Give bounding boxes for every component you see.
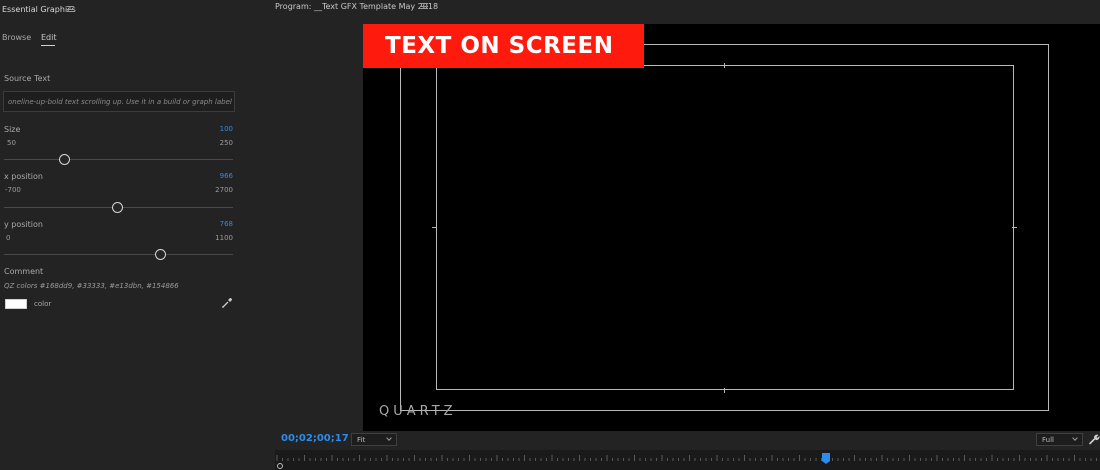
y-position-max: 1100 xyxy=(215,234,233,242)
zoom-fit-value: Fit xyxy=(357,436,366,444)
banner-text: TEXT ON SCREEN xyxy=(385,33,614,59)
x-position-max: 2700 xyxy=(215,186,233,194)
guide-tick-right xyxy=(1012,227,1017,228)
video-viewer[interactable]: TEXT ON SCREEN QUARTZ xyxy=(363,24,1100,431)
size-value[interactable]: 100 xyxy=(220,125,233,133)
y-position-slider-thumb[interactable] xyxy=(155,249,166,260)
essential-graphics-panel: Essential Graphics Browse Edit Source Te… xyxy=(0,0,244,470)
y-position-value[interactable]: 768 xyxy=(220,220,233,228)
zoom-fit-dropdown[interactable]: Fit xyxy=(351,433,397,446)
playhead-timecode[interactable]: 00;02;00;17 xyxy=(281,433,349,444)
size-slider-thumb[interactable] xyxy=(59,154,70,165)
chevron-down-icon xyxy=(386,435,392,441)
guide-tick-left xyxy=(432,227,437,228)
tab-browse[interactable]: Browse xyxy=(2,33,31,42)
panel-title: Essential Graphics xyxy=(2,5,76,14)
active-tab-indicator xyxy=(41,45,55,46)
y-position-slider-track[interactable] xyxy=(4,254,233,255)
source-text-value: oneline-up-bold text scrolling up. Use i… xyxy=(8,98,232,106)
comment-label: Comment xyxy=(4,267,44,276)
chevron-down-icon xyxy=(1072,435,1078,441)
wrench-icon[interactable] xyxy=(1088,433,1100,445)
guide-tick-top xyxy=(724,63,725,68)
x-position-value[interactable]: 966 xyxy=(220,172,233,180)
x-position-slider-thumb[interactable] xyxy=(112,202,123,213)
size-label: Size xyxy=(4,125,21,134)
in-point-marker[interactable] xyxy=(277,463,283,469)
program-title: Program: __Text GFX Template May 2018 xyxy=(275,2,439,11)
lower-third-banner[interactable]: TEXT ON SCREEN xyxy=(363,24,644,68)
size-slider-track[interactable] xyxy=(4,159,233,160)
x-position-label: x position xyxy=(4,172,43,181)
program-menu-icon[interactable] xyxy=(421,3,428,9)
eyedropper-icon[interactable] xyxy=(221,297,233,309)
x-position-min: -700 xyxy=(5,186,21,194)
size-max: 250 xyxy=(219,139,233,147)
program-monitor: Program: __Text GFX Template May 2018 TE… xyxy=(244,0,1100,470)
y-position-label: y position xyxy=(4,220,43,229)
playhead-marker[interactable] xyxy=(822,453,830,464)
title-safe-guide xyxy=(436,65,1014,390)
resolution-dropdown[interactable]: Full xyxy=(1036,433,1083,446)
y-position-min: 0 xyxy=(6,234,11,242)
color-swatch[interactable] xyxy=(5,299,27,309)
panel-header: Essential Graphics xyxy=(0,0,244,20)
tab-edit[interactable]: Edit xyxy=(41,33,57,42)
guide-tick-bottom xyxy=(724,388,725,393)
source-text-field[interactable]: oneline-up-bold text scrolling up. Use i… xyxy=(3,91,235,112)
color-label: color xyxy=(34,300,52,308)
size-min: 50 xyxy=(7,139,16,147)
resolution-value: Full xyxy=(1042,436,1054,444)
source-text-label: Source Text xyxy=(4,74,51,83)
quartz-logo: QUARTZ xyxy=(379,404,457,419)
comment-text: QZ colors #168dd9, #33333, #e13dbn, #154… xyxy=(4,282,179,290)
ruler-ticks xyxy=(276,455,1097,461)
panel-menu-icon[interactable] xyxy=(67,6,74,12)
timeline-ruler[interactable] xyxy=(275,450,1100,470)
